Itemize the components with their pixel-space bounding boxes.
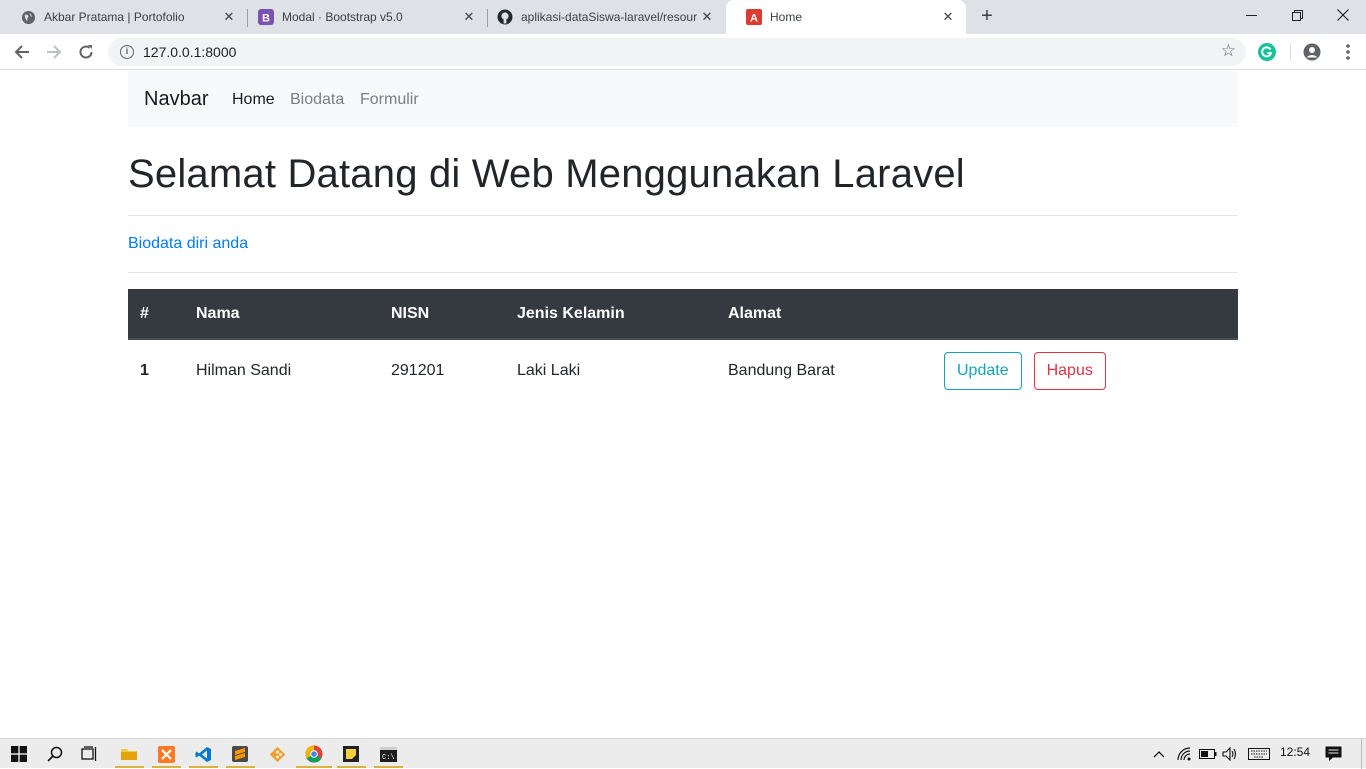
file-explorer-icon[interactable] xyxy=(118,743,140,765)
sticky-notes-icon[interactable] xyxy=(340,743,362,765)
globe-icon xyxy=(20,9,36,25)
chevron-up-icon[interactable] xyxy=(1148,743,1170,765)
grammarly-icon[interactable] xyxy=(1258,43,1276,61)
browser-tab-active[interactable]: A Home ✕ xyxy=(726,0,966,34)
tab-title: Modal · Bootstrap v5.0 xyxy=(282,10,403,24)
svg-text:A: A xyxy=(750,13,758,25)
url-text: 127.0.0.1:8000 xyxy=(143,44,237,60)
minimize-icon xyxy=(1245,14,1257,16)
restore-button[interactable] xyxy=(1274,0,1320,30)
git-icon[interactable] xyxy=(266,743,288,765)
wifi-icon[interactable] xyxy=(1174,743,1196,765)
cell-jenis-kelamin: Laki Laki xyxy=(517,361,581,379)
cell-nisn: 291201 xyxy=(391,361,445,379)
bookmark-star-icon[interactable]: ☆ xyxy=(1221,41,1236,61)
address-bar[interactable]: i 127.0.0.1:8000 ☆ xyxy=(108,38,1246,66)
cell-alamat: Bandung Barat xyxy=(728,361,835,379)
browser-toolbar: i 127.0.0.1:8000 ☆ xyxy=(0,34,1366,70)
site-navbar: Navbar Home Biodata Formulir xyxy=(128,71,1238,127)
github-icon xyxy=(497,9,513,25)
vscode-icon[interactable] xyxy=(192,743,214,765)
divider xyxy=(128,215,1238,216)
browser-tab-strip: Akbar Pratama | Portofolio ✕ B Modal · B… xyxy=(0,0,1366,34)
clock[interactable]: 12:54 xyxy=(1280,745,1310,759)
show-desktop-button[interactable] xyxy=(1361,739,1362,769)
table-header-row: # Nama NISN Jenis Kelamin Alamat xyxy=(128,289,1238,340)
column-header-number: # xyxy=(128,289,184,340)
tab-title: Akbar Pratama | Portofolio xyxy=(44,10,185,24)
browser-menu-button[interactable] xyxy=(1336,40,1360,64)
divider xyxy=(128,272,1238,273)
tab-title: Home xyxy=(770,10,803,24)
browser-tab[interactable]: Akbar Pratama | Portofolio ✕ xyxy=(0,0,247,34)
close-icon xyxy=(1337,9,1349,21)
site-info-icon[interactable]: i xyxy=(120,45,134,59)
notification-icon[interactable] xyxy=(1322,743,1344,765)
minimize-button[interactable] xyxy=(1228,0,1274,30)
kebab-menu-icon xyxy=(1346,44,1350,60)
close-window-button[interactable] xyxy=(1320,0,1366,30)
cell-number: 1 xyxy=(140,361,149,379)
close-tab-icon[interactable]: ✕ xyxy=(461,9,477,25)
restore-icon xyxy=(1291,9,1303,21)
column-header-nisn: NISN xyxy=(379,289,505,340)
student-table: # Nama NISN Jenis Kelamin Alamat 1 Hilma… xyxy=(128,289,1238,401)
xampp-icon[interactable] xyxy=(155,743,177,765)
nav-link-formulir[interactable]: Formulir xyxy=(360,91,419,109)
keyboard-icon[interactable] xyxy=(1247,743,1271,765)
volume-icon[interactable] xyxy=(1219,743,1241,765)
column-header-actions xyxy=(930,289,1238,340)
arrow-right-icon xyxy=(47,45,62,59)
profile-avatar-icon[interactable] xyxy=(1303,43,1321,61)
task-view-icon[interactable] xyxy=(79,743,101,765)
svg-text:C:\: C:\ xyxy=(382,754,395,762)
chrome-icon[interactable] xyxy=(303,743,325,765)
table-row: 1 Hilman Sandi 291201 Laki Laki Bandung … xyxy=(128,339,1238,401)
bootstrap-icon: B xyxy=(258,9,274,25)
cell-actions: Update Hapus xyxy=(930,339,1238,401)
column-header-nama: Nama xyxy=(184,289,379,340)
reload-button[interactable] xyxy=(74,40,98,64)
navbar-brand[interactable]: Navbar xyxy=(144,88,208,111)
forward-button[interactable] xyxy=(42,40,66,64)
nav-link-biodata[interactable]: Biodata xyxy=(290,91,344,109)
tab-title: aplikasi-dataSiswa-laravel/resour xyxy=(521,10,698,24)
reload-icon xyxy=(79,45,93,59)
windows-taskbar: C:\ 12:54 xyxy=(0,738,1366,769)
new-tab-button[interactable]: + xyxy=(976,6,998,28)
search-icon[interactable] xyxy=(44,743,66,765)
column-header-alamat: Alamat xyxy=(716,289,930,340)
close-tab-icon[interactable]: ✕ xyxy=(699,9,715,25)
arrow-left-icon xyxy=(14,45,29,59)
sublime-icon[interactable] xyxy=(229,743,251,765)
biodata-link[interactable]: Biodata diri anda xyxy=(128,235,248,253)
cell-nama: Hilman Sandi xyxy=(196,361,292,379)
browser-tab[interactable]: aplikasi-dataSiswa-laravel/resour ✕ xyxy=(477,0,725,34)
svg-text:B: B xyxy=(262,13,270,25)
column-header-jenis-kelamin: Jenis Kelamin xyxy=(505,289,716,340)
browser-tab[interactable]: B Modal · Bootstrap v5.0 ✕ xyxy=(238,0,487,34)
close-tab-icon[interactable]: ✕ xyxy=(221,9,237,25)
update-button[interactable]: Update xyxy=(944,352,1022,390)
windows-start-icon[interactable] xyxy=(8,743,30,765)
close-tab-icon[interactable]: ✕ xyxy=(940,9,956,25)
terminal-icon[interactable]: C:\ xyxy=(377,743,399,765)
nav-link-home[interactable]: Home xyxy=(232,91,275,109)
toolbar-separator xyxy=(1290,44,1291,60)
laravel-icon: A xyxy=(746,9,762,25)
page-title: Selamat Datang di Web Menggunakan Larave… xyxy=(128,152,965,196)
battery-icon[interactable] xyxy=(1197,743,1219,765)
delete-button[interactable]: Hapus xyxy=(1033,352,1106,390)
back-button[interactable] xyxy=(10,40,34,64)
